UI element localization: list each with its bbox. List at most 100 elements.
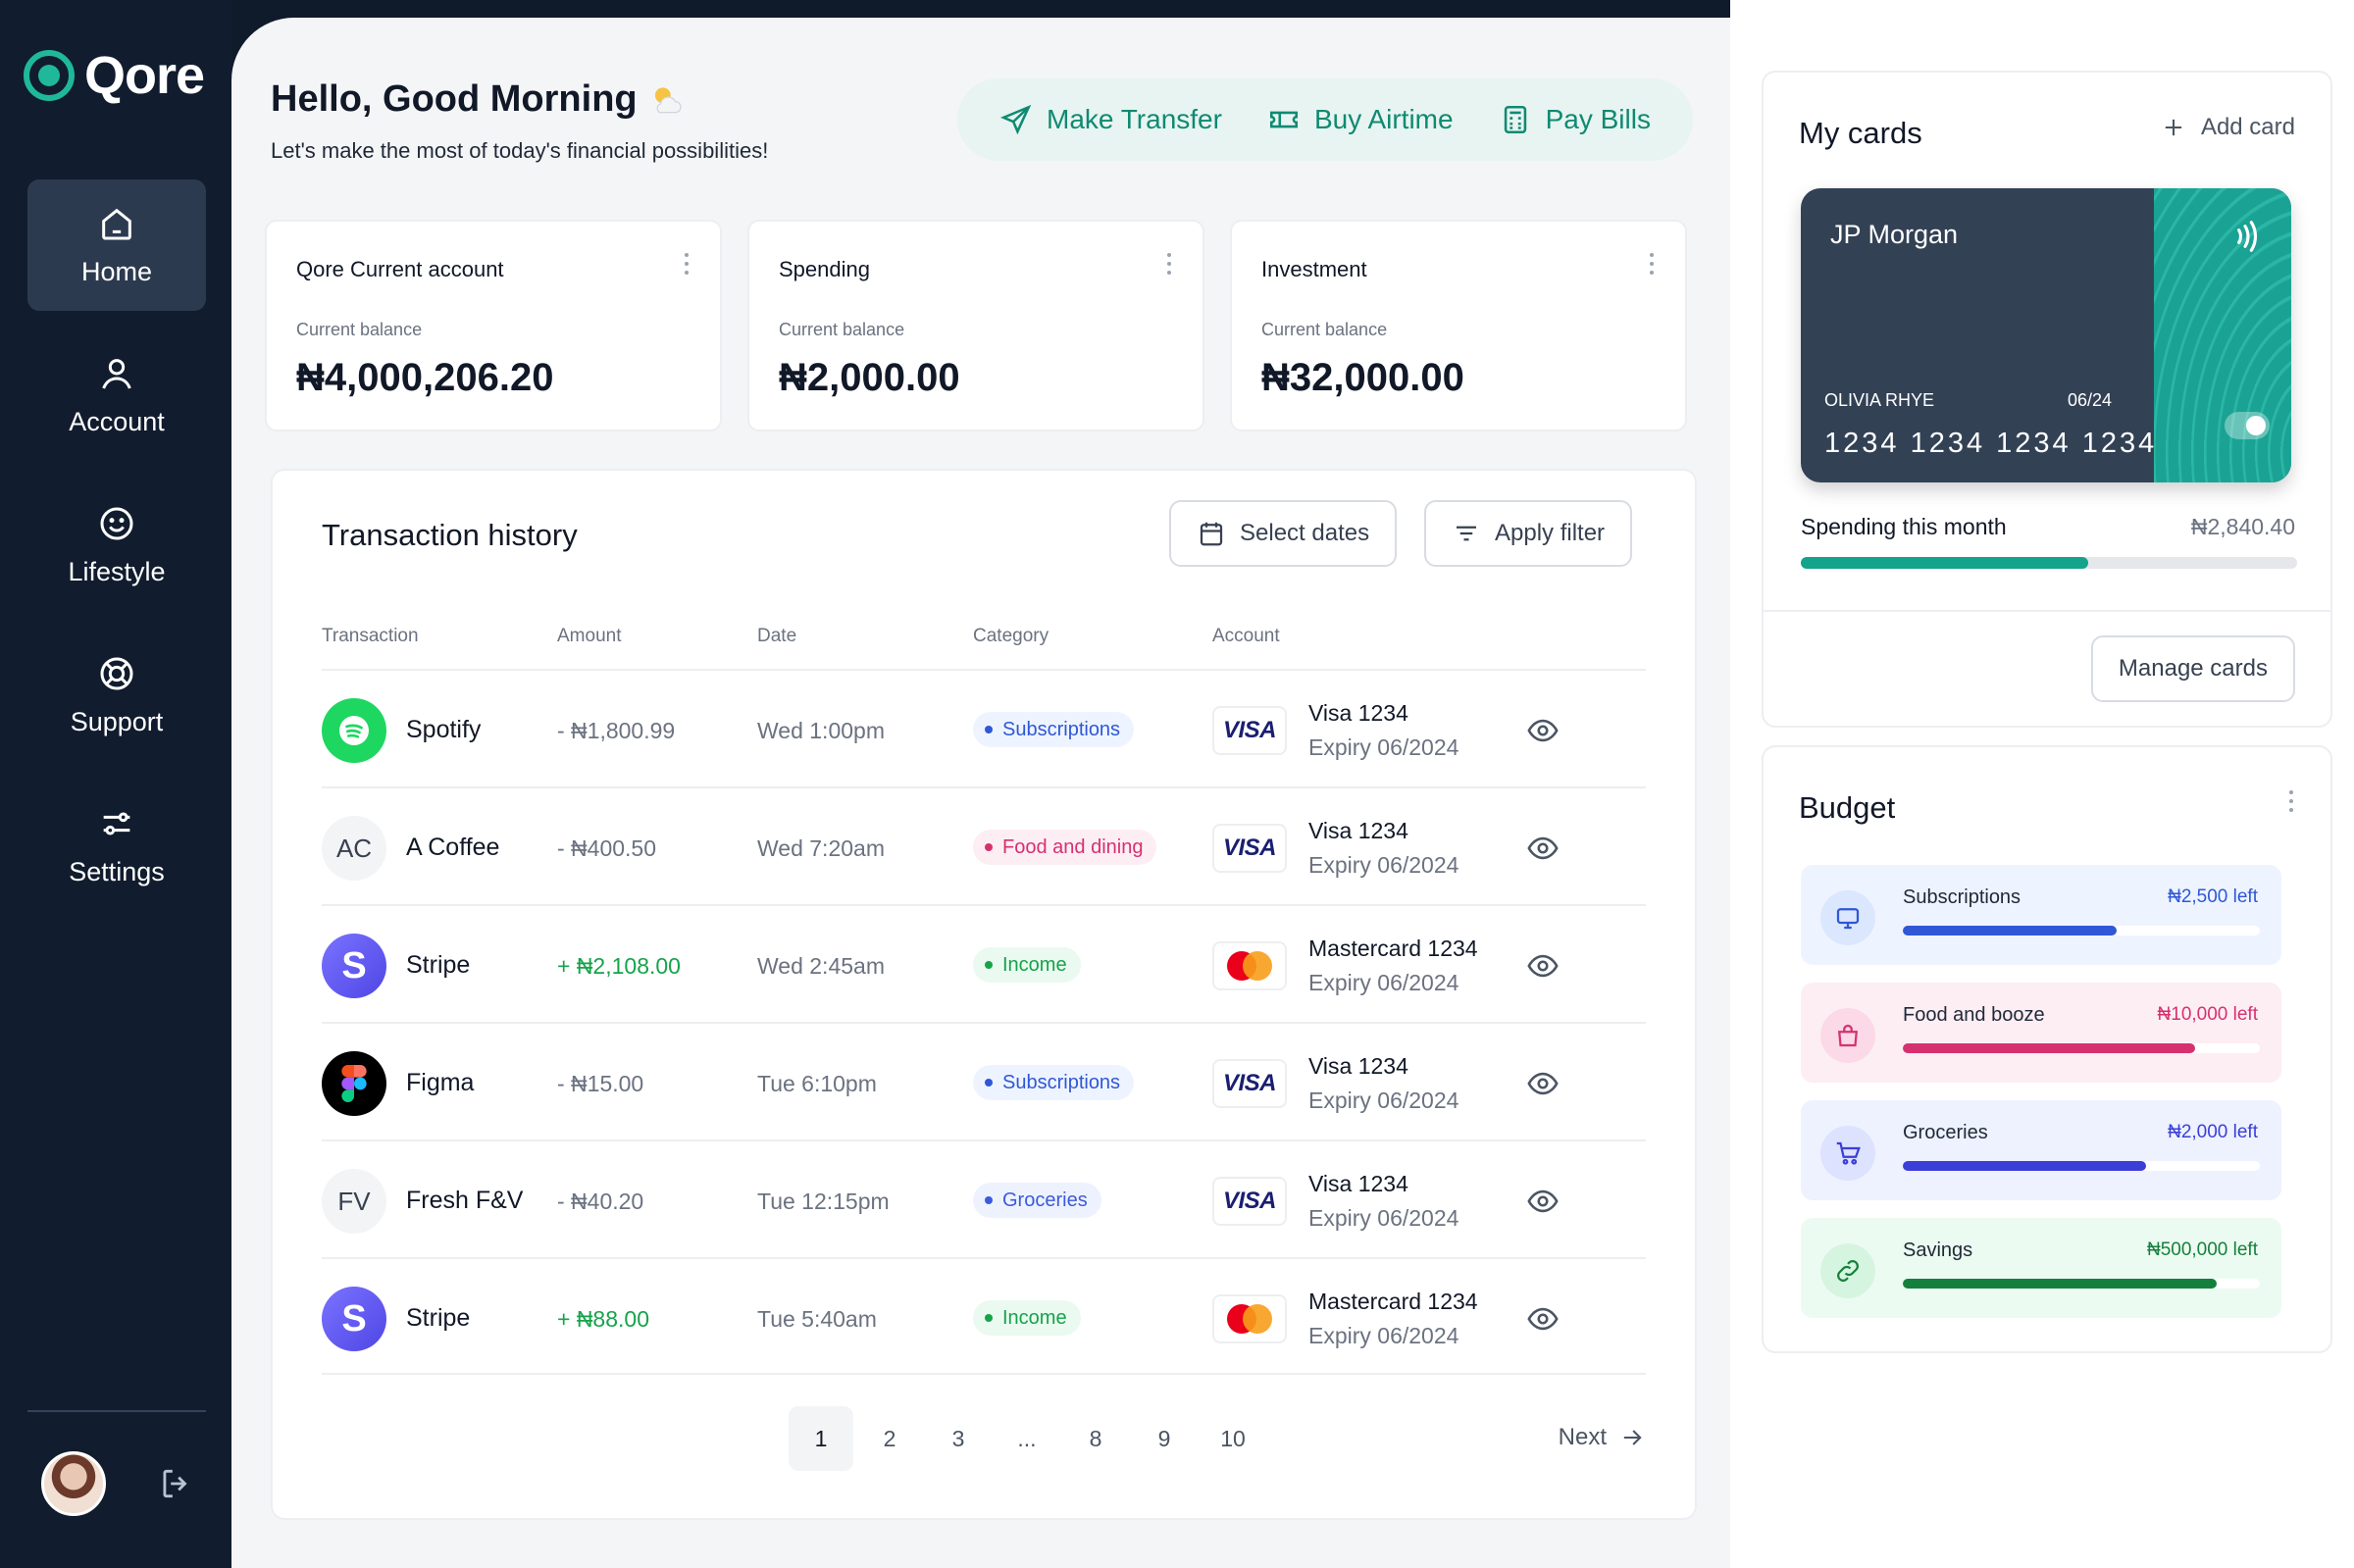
table-row[interactable]: S Stripe + ₦88.00 Tue 5:40am Income Mast… [322, 1257, 1646, 1375]
eye-icon[interactable] [1526, 949, 1560, 983]
manage-cards-button[interactable]: Manage cards [2090, 635, 2295, 702]
pagination: 1 2 3 ... 8 9 10 Next [322, 1406, 1646, 1475]
sidebar-item-home[interactable]: Home [27, 179, 206, 311]
transaction-date: Tue 6:10pm [757, 1071, 877, 1096]
eye-icon[interactable] [1526, 1302, 1560, 1336]
budget-item-food[interactable]: Food and booze ₦10,000 left [1801, 983, 2281, 1083]
avatar[interactable] [41, 1451, 106, 1516]
account-subtitle: Current balance [296, 320, 423, 339]
transaction-date: Wed 7:20am [757, 835, 885, 861]
transaction-amount: - ₦400.50 [557, 835, 657, 861]
more-vertical-icon[interactable] [2287, 788, 2295, 814]
account-title: Investment [1261, 257, 1367, 281]
account-card-spending[interactable]: Spending Current balance ₦2,000.00 [747, 220, 1204, 431]
table-row[interactable]: Spotify - ₦1,800.99 Wed 1:00pm Subscript… [322, 669, 1646, 786]
account-cards: Qore Current account Current balance ₦4,… [265, 220, 1687, 431]
page-button-3[interactable]: 3 [926, 1406, 991, 1471]
card-toggle[interactable] [2225, 412, 2270, 439]
mastercard-icon [1225, 951, 1274, 981]
buy-airtime-button[interactable]: Buy Airtime [1267, 103, 1454, 136]
sidebar-item-account[interactable]: Account [27, 329, 206, 461]
more-vertical-icon[interactable] [683, 251, 691, 277]
page-button-8[interactable]: 8 [1063, 1406, 1128, 1471]
account-info: Mastercard 1234 Expiry 06/2024 [1308, 936, 1478, 996]
mastercard-logo [1212, 1294, 1287, 1343]
transaction-name: Figma [406, 1069, 475, 1096]
divider [1764, 610, 2330, 612]
visa-logo: VISA [1212, 824, 1287, 873]
table-row[interactable]: Figma - ₦15.00 Tue 6:10pm Subscriptions … [322, 1022, 1646, 1139]
eye-icon[interactable] [1526, 832, 1560, 865]
apply-filter-button[interactable]: Apply filter [1424, 500, 1633, 567]
budget-name: Food and booze [1903, 1004, 2045, 1026]
spending-progress-fill [1801, 557, 2089, 569]
budget-item-groceries[interactable]: Groceries ₦2,000 left [1801, 1100, 2281, 1200]
home-icon [102, 208, 131, 239]
budget-progress-bar [1903, 1161, 2260, 1171]
greeting-text: Hello, Good Morning [271, 78, 638, 120]
more-vertical-icon[interactable] [1648, 251, 1656, 277]
sidebar-item-settings[interactable]: Settings [27, 780, 206, 911]
transaction-amount: + ₦2,108.00 [557, 953, 681, 979]
add-card-button[interactable]: Add card [2160, 114, 2295, 141]
account-card-current[interactable]: Qore Current account Current balance ₦4,… [265, 220, 722, 431]
budget-progress-bar [1903, 926, 2260, 936]
account-card-investment[interactable]: Investment Current balance ₦32,000.00 [1230, 220, 1687, 431]
account-title: Spending [779, 257, 870, 281]
page-button-10[interactable]: 10 [1201, 1406, 1265, 1471]
transaction-date: Wed 2:45am [757, 953, 885, 979]
page-button-1[interactable]: 1 [789, 1406, 853, 1471]
category-badge: Income [973, 947, 1081, 983]
budget-panel: Budget Subscriptions ₦2,500 left Food an… [1762, 745, 2332, 1353]
card-holder: OLIVIA RHYE [1824, 390, 1935, 410]
budget-item-subscriptions[interactable]: Subscriptions ₦2,500 left [1801, 865, 2281, 965]
calculator-icon [1504, 105, 1526, 134]
page-subtitle: Let's make the most of today's financial… [271, 138, 769, 163]
category-badge: Subscriptions [973, 712, 1135, 747]
budget-item-savings[interactable]: Savings ₦500,000 left [1801, 1218, 2281, 1318]
bag-icon [1820, 1008, 1875, 1063]
table-row[interactable]: AC A Coffee - ₦400.50 Wed 7:20am Food an… [322, 786, 1646, 904]
make-transfer-button[interactable]: Make Transfer [999, 103, 1222, 136]
column-header-date: Date [757, 626, 797, 646]
eye-icon[interactable] [1526, 1067, 1560, 1100]
link-icon [1820, 1243, 1875, 1298]
user-icon [102, 358, 131, 389]
next-page-button[interactable]: Next [1559, 1424, 1646, 1451]
card-expiry: Expiry 06/2024 [1308, 734, 1459, 760]
logout-icon[interactable] [157, 1465, 194, 1502]
sidebar-item-support[interactable]: Support [27, 630, 206, 761]
table-row[interactable]: FV Fresh F&V - ₦40.20 Tue 12:15pm Grocer… [322, 1139, 1646, 1257]
plus-icon [2165, 119, 2182, 136]
lifebuoy-icon [100, 657, 133, 689]
sidebar-item-lifestyle[interactable]: Lifestyle [27, 480, 206, 611]
eye-icon[interactable] [1526, 1185, 1560, 1218]
pay-bills-button[interactable]: Pay Bills [1499, 103, 1651, 136]
card-bank-name: JP Morgan [1830, 220, 1959, 249]
budget-progress-bar [1903, 1043, 2260, 1053]
select-dates-button[interactable]: Select dates [1169, 500, 1398, 567]
category-badge: Income [973, 1300, 1081, 1336]
table-header: Transaction Amount Date Category Account [322, 626, 1646, 665]
account-balance: ₦32,000.00 [1261, 356, 1464, 399]
stripe-logo-icon: S [322, 934, 386, 998]
page-button-9[interactable]: 9 [1132, 1406, 1197, 1471]
sidebar-item-label: Support [70, 706, 164, 736]
account-subtitle: Current balance [1261, 320, 1388, 339]
eye-icon[interactable] [1526, 714, 1560, 747]
account-info: Visa 1234 Expiry 06/2024 [1308, 1171, 1458, 1232]
brand-logo[interactable]: Qore [24, 45, 205, 106]
budget-remaining: ₦10,000 left [2157, 1004, 2258, 1025]
mastercard-icon [1225, 1304, 1274, 1334]
more-vertical-icon[interactable] [1165, 251, 1173, 277]
budget-remaining: ₦500,000 left [2146, 1239, 2258, 1260]
table-row[interactable]: S Stripe + ₦2,108.00 Wed 2:45am Income M… [322, 904, 1646, 1022]
bank-card[interactable]: JP Morgan OLIVIA RHYE 06/24 1234 1234 12… [1801, 188, 2291, 482]
my-cards-panel: My cards Add card JP Morgan OLIVIA RHYE … [1762, 71, 2332, 728]
account-balance: ₦2,000.00 [779, 356, 960, 399]
page-button-2[interactable]: 2 [857, 1406, 922, 1471]
stripe-logo-icon: S [322, 1287, 386, 1351]
sliders-icon [103, 812, 130, 835]
category-badge: Groceries [973, 1183, 1101, 1218]
account-info: Visa 1234 Expiry 06/2024 [1308, 818, 1458, 879]
